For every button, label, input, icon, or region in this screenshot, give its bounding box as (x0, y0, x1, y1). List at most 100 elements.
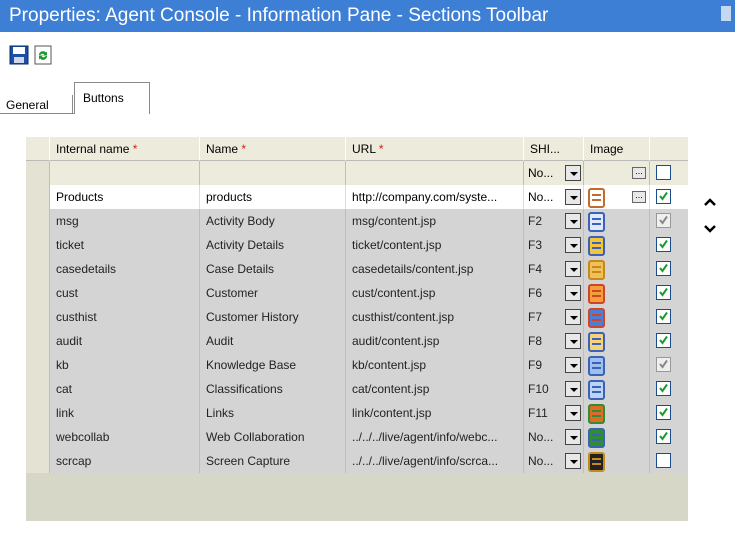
table-row[interactable]: msg Activity Body msg/content.jsp F2 (26, 209, 688, 233)
enabled-checkbox[interactable] (656, 453, 671, 468)
internal-name-cell[interactable]: webcollab (50, 425, 200, 449)
shortcut-dropdown[interactable] (565, 261, 581, 277)
row-selector[interactable] (26, 209, 50, 233)
table-row[interactable]: cust Customer cust/content.jsp F6 (26, 281, 688, 305)
row-selector[interactable] (26, 353, 50, 377)
internal-name-cell[interactable]: link (50, 401, 200, 425)
new-name-cell[interactable] (200, 161, 346, 185)
name-cell[interactable]: products (200, 185, 346, 209)
name-cell[interactable]: Activity Body (200, 209, 346, 233)
row-selector[interactable] (26, 233, 50, 257)
row-selector[interactable] (26, 377, 50, 401)
enabled-checkbox[interactable] (656, 309, 671, 324)
url-cell[interactable]: casedetails/content.jsp (346, 257, 524, 281)
internal-name-cell[interactable]: audit (50, 329, 200, 353)
move-down-button[interactable] (700, 218, 720, 238)
internal-name-cell[interactable]: cust (50, 281, 200, 305)
enabled-checkbox[interactable] (656, 405, 671, 420)
new-enabled-checkbox[interactable] (656, 165, 671, 180)
url-cell[interactable]: cat/content.jsp (346, 377, 524, 401)
new-url-cell[interactable] (346, 161, 524, 185)
shortcut-dropdown[interactable] (565, 213, 581, 229)
internal-name-cell[interactable]: cat (50, 377, 200, 401)
row-selector[interactable] (26, 425, 50, 449)
table-row[interactable]: link Links link/content.jsp F11 (26, 401, 688, 425)
tab-buttons[interactable]: Buttons (74, 82, 150, 114)
url-cell[interactable]: ../../../live/agent/info/scrca... (346, 449, 524, 473)
url-cell[interactable]: audit/content.jsp (346, 329, 524, 353)
name-cell[interactable]: Customer (200, 281, 346, 305)
column-header-shortcut[interactable]: SHI... (524, 137, 584, 161)
row-selector[interactable] (26, 185, 50, 209)
shortcut-dropdown[interactable] (565, 405, 581, 421)
shortcut-dropdown[interactable] (565, 357, 581, 373)
table-row[interactable]: audit Audit audit/content.jsp F8 (26, 329, 688, 353)
enabled-checkbox[interactable] (656, 261, 671, 276)
url-cell[interactable]: cust/content.jsp (346, 281, 524, 305)
move-up-button[interactable] (700, 193, 720, 213)
enabled-checkbox[interactable] (656, 237, 671, 252)
name-cell[interactable]: Screen Capture (200, 449, 346, 473)
name-cell[interactable]: Audit (200, 329, 346, 353)
name-cell[interactable]: Knowledge Base (200, 353, 346, 377)
new-shortcut-dropdown[interactable] (565, 165, 581, 181)
row-selector[interactable] (26, 329, 50, 353)
shortcut-dropdown[interactable] (565, 285, 581, 301)
shortcut-dropdown[interactable] (565, 237, 581, 253)
row-selector[interactable] (26, 401, 50, 425)
internal-name-cell[interactable]: ticket (50, 233, 200, 257)
internal-name-cell[interactable]: kb (50, 353, 200, 377)
shortcut-dropdown[interactable] (565, 333, 581, 349)
row-selector[interactable] (26, 449, 50, 473)
url-cell[interactable]: http://company.com/syste... (346, 185, 524, 209)
column-header-internal-name[interactable]: Internal name * (50, 137, 200, 161)
enabled-checkbox[interactable] (656, 429, 671, 444)
shortcut-dropdown[interactable] (565, 189, 581, 205)
enabled-checkbox[interactable] (656, 213, 671, 228)
internal-name-cell[interactable]: scrcap (50, 449, 200, 473)
table-row[interactable]: kb Knowledge Base kb/content.jsp F9 (26, 353, 688, 377)
new-internal-name-cell[interactable] (50, 161, 200, 185)
column-header-image[interactable]: Image (584, 137, 650, 161)
table-row[interactable]: ticket Activity Details ticket/content.jsp… (26, 233, 688, 257)
column-header-name[interactable]: Name * (200, 137, 346, 161)
shortcut-dropdown[interactable] (565, 453, 581, 469)
name-cell[interactable]: Case Details (200, 257, 346, 281)
table-row[interactable]: custhist Customer History custhist/content… (26, 305, 688, 329)
column-header-enabled[interactable] (650, 137, 688, 161)
name-cell[interactable]: Web Collaboration (200, 425, 346, 449)
column-header-url[interactable]: URL * (346, 137, 524, 161)
table-row[interactable]: webcollab Web Collaboration ../../../live/… (26, 425, 688, 449)
name-cell[interactable]: Classifications (200, 377, 346, 401)
name-cell[interactable]: Customer History (200, 305, 346, 329)
row-selector[interactable] (26, 281, 50, 305)
internal-name-cell[interactable]: casedetails (50, 257, 200, 281)
new-image-browse-button[interactable]: ... (632, 167, 646, 179)
tab-general[interactable]: General (6, 98, 49, 112)
url-cell[interactable]: ../../../live/agent/info/webc... (346, 425, 524, 449)
internal-name-cell[interactable]: msg (50, 209, 200, 233)
refresh-button[interactable] (33, 45, 53, 65)
shortcut-dropdown[interactable] (565, 429, 581, 445)
shortcut-dropdown[interactable] (565, 381, 581, 397)
internal-name-cell[interactable]: Products (50, 185, 200, 209)
enabled-checkbox[interactable] (656, 189, 671, 204)
enabled-checkbox[interactable] (656, 333, 671, 348)
url-cell[interactable]: msg/content.jsp (346, 209, 524, 233)
table-row[interactable]: scrcap Screen Capture ../../../live/agent/… (26, 449, 688, 473)
url-cell[interactable]: ticket/content.jsp (346, 233, 524, 257)
shortcut-dropdown[interactable] (565, 309, 581, 325)
url-cell[interactable]: link/content.jsp (346, 401, 524, 425)
internal-name-cell[interactable]: custhist (50, 305, 200, 329)
row-selector[interactable] (26, 257, 50, 281)
table-row[interactable]: Products products http://company.com/syste… (26, 185, 688, 209)
enabled-checkbox[interactable] (656, 285, 671, 300)
url-cell[interactable]: kb/content.jsp (346, 353, 524, 377)
row-selector[interactable] (26, 161, 50, 185)
url-cell[interactable]: custhist/content.jsp (346, 305, 524, 329)
name-cell[interactable]: Activity Details (200, 233, 346, 257)
save-button[interactable] (9, 45, 29, 65)
row-selector[interactable] (26, 305, 50, 329)
image-browse-button[interactable]: ... (632, 191, 646, 203)
enabled-checkbox[interactable] (656, 357, 671, 372)
